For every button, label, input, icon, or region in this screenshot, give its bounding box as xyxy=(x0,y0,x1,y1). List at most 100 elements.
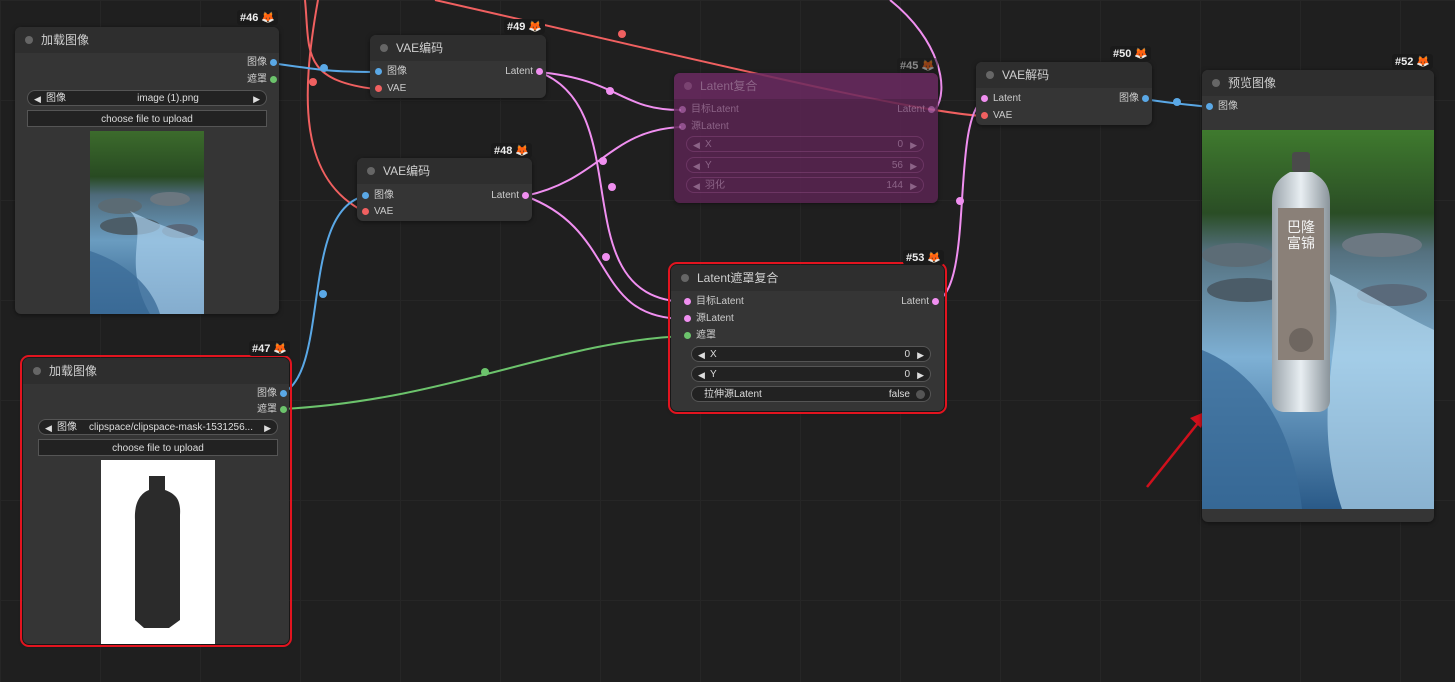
fox-icon: 🦊 xyxy=(1416,56,1431,68)
wire-mask-47-53 xyxy=(282,335,688,410)
wire-image-50-52 xyxy=(1143,98,1210,108)
collapse-dot-icon[interactable] xyxy=(33,367,41,375)
node-id-badge: #45 🦊 xyxy=(897,58,939,73)
node-id-badge: #52 🦊 xyxy=(1392,54,1434,69)
wire-latent-49-53 xyxy=(538,71,688,303)
output-latent-slot[interactable]: Latent xyxy=(505,65,543,79)
toggle-knob-icon[interactable] xyxy=(916,390,925,399)
result-preview-image: 巴隆 富锦 xyxy=(1202,130,1434,509)
fox-icon: 🦊 xyxy=(528,21,543,33)
node-id-badge: #53 🦊 xyxy=(903,250,945,265)
node-id-badge: #48 🦊 xyxy=(491,143,533,158)
node-title: Latent遮罩复合 xyxy=(697,271,779,285)
collapse-dot-icon[interactable] xyxy=(25,36,33,44)
vae-encode-node-49[interactable]: VAE编码 图像 VAE Latent xyxy=(370,35,546,98)
node-title: 加载图像 xyxy=(41,33,90,47)
input-source-latent-slot[interactable]: 源Latent xyxy=(684,312,734,326)
input-target-latent-slot[interactable]: 目标Latent xyxy=(679,103,739,117)
input-target-latent-slot[interactable]: 目标Latent xyxy=(684,295,744,309)
output-mask-slot[interactable]: 遮罩 xyxy=(257,403,287,417)
wire-latent-48-53 xyxy=(524,195,688,321)
load-image-node-46[interactable]: 加载图像 图像 遮罩 ◀ 图像 image (1).png ▶ choose f… xyxy=(15,27,279,314)
wire-latent-49-45 xyxy=(538,71,682,111)
bottle-cap xyxy=(1292,152,1310,172)
arrow-left-icon[interactable]: ◀ xyxy=(45,420,52,436)
node-title-bar[interactable]: 预览图像 xyxy=(1202,70,1434,96)
node-id-badge: #50 🦊 xyxy=(1110,46,1152,61)
output-image-slot[interactable]: 图像 xyxy=(247,56,277,70)
wire-vae-49 xyxy=(304,0,376,90)
node-title: VAE编码 xyxy=(396,41,444,55)
output-mask-slot[interactable]: 遮罩 xyxy=(247,73,277,87)
fox-icon: 🦊 xyxy=(273,343,288,355)
collapse-dot-icon[interactable] xyxy=(1212,79,1220,87)
x-widget[interactable]: ◀ X 0 ▶ xyxy=(686,136,924,152)
image-file-combo[interactable]: ◀ 图像 clipspace/clipspace-mask-1531256...… xyxy=(38,419,278,435)
wire-image-47-48 xyxy=(282,195,366,394)
input-vae-slot[interactable]: VAE xyxy=(362,205,393,219)
input-source-latent-slot[interactable]: 源Latent xyxy=(679,120,729,134)
image-file-combo[interactable]: ◀ 图像 image (1).png ▶ xyxy=(27,90,267,106)
fox-icon: 🦊 xyxy=(261,12,276,24)
preview-mask-image xyxy=(101,460,215,644)
input-image-slot[interactable]: 图像 xyxy=(375,65,407,79)
vae-decode-node-50[interactable]: VAE解码 Latent VAE 图像 xyxy=(976,62,1152,125)
input-image-slot[interactable]: 图像 xyxy=(362,189,394,203)
fox-icon: 🦊 xyxy=(927,252,942,264)
arrow-left-icon[interactable]: ◀ xyxy=(34,91,41,107)
collapse-dot-icon[interactable] xyxy=(380,44,388,52)
bottle-label-line2: 富锦 xyxy=(1287,235,1315,252)
collapse-dot-icon[interactable] xyxy=(367,167,375,175)
node-title-bar[interactable]: 加载图像 xyxy=(15,27,279,53)
node-title: VAE解码 xyxy=(1002,68,1050,82)
node-id-badge: #49 🦊 xyxy=(504,19,546,34)
node-title-bar[interactable]: Latent复合 xyxy=(674,73,938,99)
node-title-bar[interactable]: VAE解码 xyxy=(976,62,1152,88)
collapse-dot-icon[interactable] xyxy=(986,71,994,79)
input-mask-slot[interactable]: 遮罩 xyxy=(684,329,716,343)
feather-widget[interactable]: ◀ 羽化 144 ▶ xyxy=(686,177,924,193)
node-title-bar[interactable]: VAE编码 xyxy=(370,35,546,61)
choose-file-button[interactable]: choose file to upload xyxy=(27,110,267,127)
node-title: 加载图像 xyxy=(49,364,98,378)
node-title-bar[interactable]: VAE编码 xyxy=(357,158,532,184)
wire-image-46-49 xyxy=(270,62,378,73)
resize-source-toggle[interactable]: 拉伸源Latent false xyxy=(691,386,931,402)
vae-encode-node-48[interactable]: VAE编码 图像 VAE Latent xyxy=(357,158,532,221)
input-vae-slot[interactable]: VAE xyxy=(375,82,406,96)
load-image-node-47[interactable]: 加载图像 图像 遮罩 ◀ 图像 clipspace/clipspace-mask… xyxy=(20,355,292,647)
node-title: Latent复合 xyxy=(700,79,758,93)
bottle-label-line1: 巴隆 xyxy=(1287,220,1315,236)
y-widget[interactable]: ◀ Y 0 ▶ xyxy=(691,366,931,382)
arrow-right-icon[interactable]: ▶ xyxy=(264,420,271,436)
input-latent-slot[interactable]: Latent xyxy=(981,92,1021,106)
fox-icon: 🦊 xyxy=(1134,48,1149,60)
arrow-right-icon[interactable]: ▶ xyxy=(253,91,260,107)
output-image-slot[interactable]: 图像 xyxy=(257,387,287,401)
node-id-badge: #47 🦊 xyxy=(249,341,291,356)
annotation-arrow xyxy=(1146,411,1207,488)
y-widget[interactable]: ◀ Y 56 ▶ xyxy=(686,157,924,173)
node-title: VAE编码 xyxy=(383,164,431,178)
collapse-dot-icon[interactable] xyxy=(681,274,689,282)
choose-file-button[interactable]: choose file to upload xyxy=(38,439,278,456)
output-latent-slot[interactable]: Latent xyxy=(491,189,529,203)
fox-icon: 🦊 xyxy=(921,60,936,72)
output-image-slot[interactable]: 图像 xyxy=(1119,92,1149,106)
input-image-slot[interactable]: 图像 xyxy=(1206,100,1238,114)
node-title-bar[interactable]: 加载图像 xyxy=(23,358,289,384)
output-latent-slot[interactable]: Latent xyxy=(901,295,939,309)
preview-river-image xyxy=(90,131,204,314)
collapse-dot-icon[interactable] xyxy=(684,82,692,90)
preview-image-node-52[interactable]: 预览图像 图像 巴隆 富锦 xyxy=(1202,70,1434,522)
node-id-badge: #46 🦊 xyxy=(237,10,279,25)
node-title: 预览图像 xyxy=(1228,76,1277,90)
output-latent-slot[interactable]: Latent xyxy=(897,103,935,117)
latent-composite-masked-node-53[interactable]: Latent遮罩复合 目标Latent 源Latent 遮罩 Latent ◀ X… xyxy=(668,262,947,414)
fox-icon: 🦊 xyxy=(515,145,530,157)
node-title-bar[interactable]: Latent遮罩复合 xyxy=(671,265,944,291)
input-vae-slot[interactable]: VAE xyxy=(981,109,1012,123)
wire-latent-48-45 xyxy=(524,126,682,197)
x-widget[interactable]: ◀ X 0 ▶ xyxy=(691,346,931,362)
latent-composite-node-45[interactable]: Latent复合 目标Latent 源Latent Latent ◀ X 0 ▶ ◀ Y… xyxy=(674,73,938,203)
